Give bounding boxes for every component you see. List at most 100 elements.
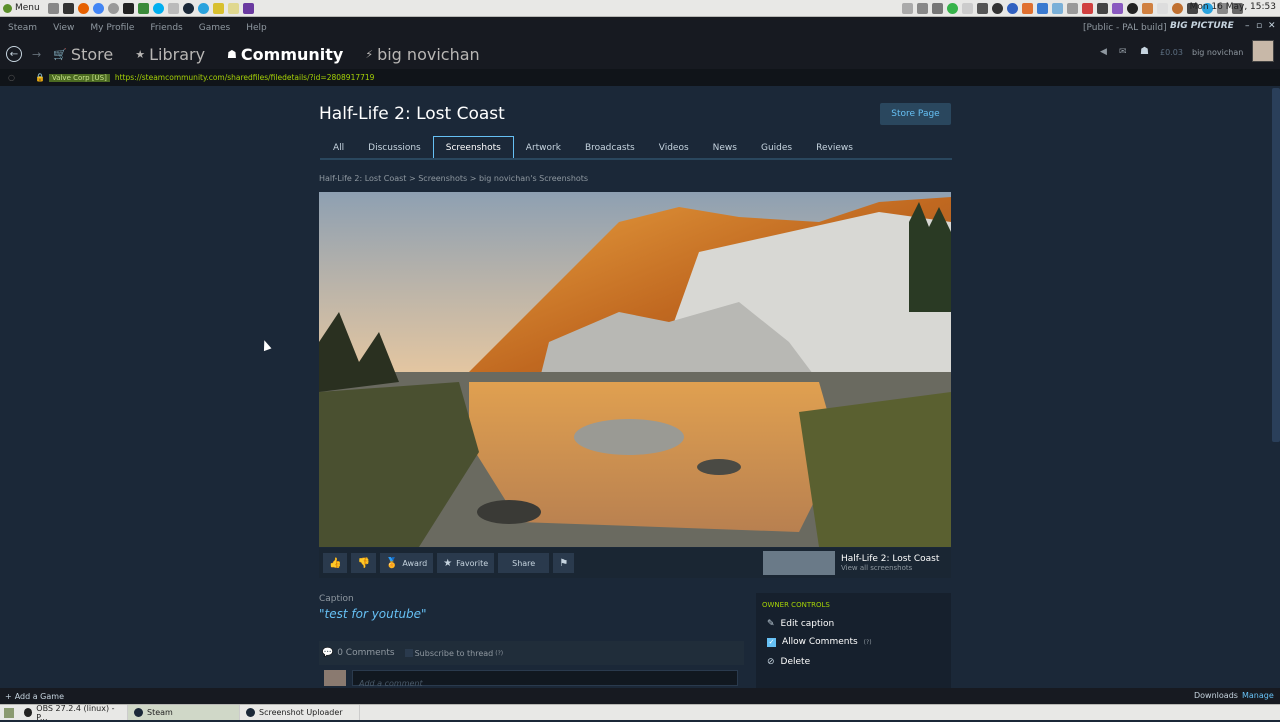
forward-icon[interactable]: → [32,48,41,61]
tab-community[interactable]: ☗ Community [227,45,343,64]
tab-store[interactable]: 🛒 Store [53,45,113,64]
friends-icon[interactable]: ☗ [1140,46,1149,57]
tab-all[interactable]: All [320,137,356,158]
taskbar-steam-label: Steam [147,708,173,717]
allow-comments-toggle[interactable]: ✓ Allow Comments (?) [767,637,951,647]
maximize-icon[interactable]: ▫ [1256,21,1262,31]
back-icon[interactable]: ← [6,46,22,62]
tray-icon[interactable] [1142,3,1153,14]
store-page-button[interactable]: Store Page [880,103,951,125]
taskbar-steam[interactable]: Steam [128,705,240,720]
tab-screenshots[interactable]: Screenshots [432,136,514,158]
help-icon[interactable]: (?) [864,639,872,646]
mail-icon[interactable]: ✉ [1119,47,1127,57]
os-menu-button[interactable]: Menu [0,3,46,13]
tray-icon[interactable] [962,3,973,14]
firefox-icon[interactable] [77,2,89,14]
tab-guides[interactable]: Guides [749,137,804,158]
steam-launcher-icon[interactable] [182,2,194,14]
cert-badge[interactable]: Valve Corp [US] [48,73,110,82]
tab-discussions[interactable]: Discussions [356,137,433,158]
close-icon[interactable]: ✕ [1268,21,1276,31]
app-icon-purple[interactable] [242,2,254,14]
settings-icon[interactable] [107,2,119,14]
tab-broadcasts[interactable]: Broadcasts [573,137,647,158]
menu-games[interactable]: Games [191,23,238,33]
subscribe-checkbox[interactable] [404,649,413,657]
tray-icon[interactable] [1172,3,1183,14]
taskbar-obs[interactable]: OBS 27.2.4 (linux) - P... [18,704,128,722]
menu-my-profile[interactable]: My Profile [82,23,142,33]
thumbs-down-icon: 👎 [357,557,370,569]
bluetooth-icon[interactable] [992,3,1003,14]
tab-artwork[interactable]: Artwork [514,137,573,158]
app-icon-lib[interactable] [167,2,179,14]
edit-caption-button[interactable]: ✎ Edit caption [767,619,951,629]
add-game-button[interactable]: + Add a Game [5,692,64,701]
tray-icon[interactable] [1157,3,1168,14]
wallet-balance[interactable]: £0.03 [1160,48,1183,57]
tab-profile[interactable]: ⚡ big novichan [365,45,479,64]
tab-videos[interactable]: Videos [647,137,701,158]
award-button[interactable]: 🏅 Award [379,553,434,573]
share-button[interactable]: Share [498,553,550,573]
check-icon[interactable] [947,3,958,14]
tray-icon[interactable] [1112,3,1123,14]
tray-icon[interactable] [1127,3,1138,14]
tray-icon[interactable] [1067,3,1078,14]
manage-link[interactable]: Manage [1242,691,1274,700]
menu-steam[interactable]: Steam [0,23,45,33]
tray-icon[interactable] [1082,3,1093,14]
user-menu[interactable]: big novichan [1192,48,1243,57]
app-icon-yellow[interactable] [212,2,224,14]
thumbs-down-button[interactable]: 👎 [351,553,376,573]
steam-menu-bar: Steam View My Profile Friends Games Help… [0,17,1280,39]
tray-icon[interactable] [932,3,943,14]
tab-news[interactable]: News [701,137,749,158]
game-card[interactable]: Half-Life 2: Lost Coast View all screens… [763,550,951,576]
tab-reviews[interactable]: Reviews [804,137,865,158]
thumbs-up-button[interactable]: 👍 [323,553,348,573]
minimize-icon[interactable]: – [1245,21,1250,31]
big-picture-button[interactable]: BIG PICTURE [1170,21,1234,31]
tab-library[interactable]: ★ Library [135,45,205,64]
tray-icon[interactable] [1052,3,1063,14]
app-icon-green[interactable] [137,2,149,14]
skype-icon[interactable] [152,2,164,14]
telegram-icon[interactable] [197,2,209,14]
tray-icon[interactable] [902,3,913,14]
breadcrumb[interactable]: Half-Life 2: Lost Coast > Screenshots > … [319,174,588,183]
url-bar: ○ 🔒 Valve Corp [US] https://steamcommuni… [0,69,1280,86]
chrome-icon[interactable] [92,2,104,14]
announce-icon[interactable]: ◀ [1100,47,1107,57]
tray-icon[interactable] [917,3,928,14]
tray-icon[interactable] [1097,3,1108,14]
clock[interactable]: Mon 16 May, 15:53 [1190,2,1276,12]
screenshot-image[interactable] [319,192,951,547]
delete-button[interactable]: ⊘ Delete [767,657,951,667]
subscribe-label[interactable]: Subscribe to thread [415,649,494,658]
menu-help[interactable]: Help [238,23,275,33]
tray-icon[interactable] [1022,3,1033,14]
app-icon-n[interactable] [122,2,134,14]
favorite-button[interactable]: ★ Favorite [437,553,495,573]
files-icon[interactable] [47,2,59,14]
flag-button[interactable]: ⚑ [553,553,575,573]
reload-icon[interactable]: ○ [8,73,15,82]
scrollbar[interactable] [1272,88,1280,442]
terminal-icon[interactable] [62,2,74,14]
url-text[interactable]: https://steamcommunity.com/sharedfiles/f… [115,73,375,82]
comment-input[interactable]: Add a comment [352,670,738,688]
bluetooth-icon[interactable] [1007,3,1018,14]
taskbar-uploader[interactable]: Screenshot Uploader [240,705,360,720]
menu-friends[interactable]: Friends [142,23,190,33]
help-icon[interactable]: (?) [495,650,503,657]
tray-icon[interactable] [1037,3,1048,14]
pencil-icon[interactable] [227,2,239,14]
show-desktop-icon[interactable] [4,707,14,718]
avatar[interactable] [1252,40,1274,62]
menu-view[interactable]: View [45,23,82,33]
downloads-label[interactable]: Downloads [1194,691,1238,700]
tray-icon[interactable] [977,3,988,14]
allow-comments-checkbox[interactable]: ✓ [767,637,776,647]
